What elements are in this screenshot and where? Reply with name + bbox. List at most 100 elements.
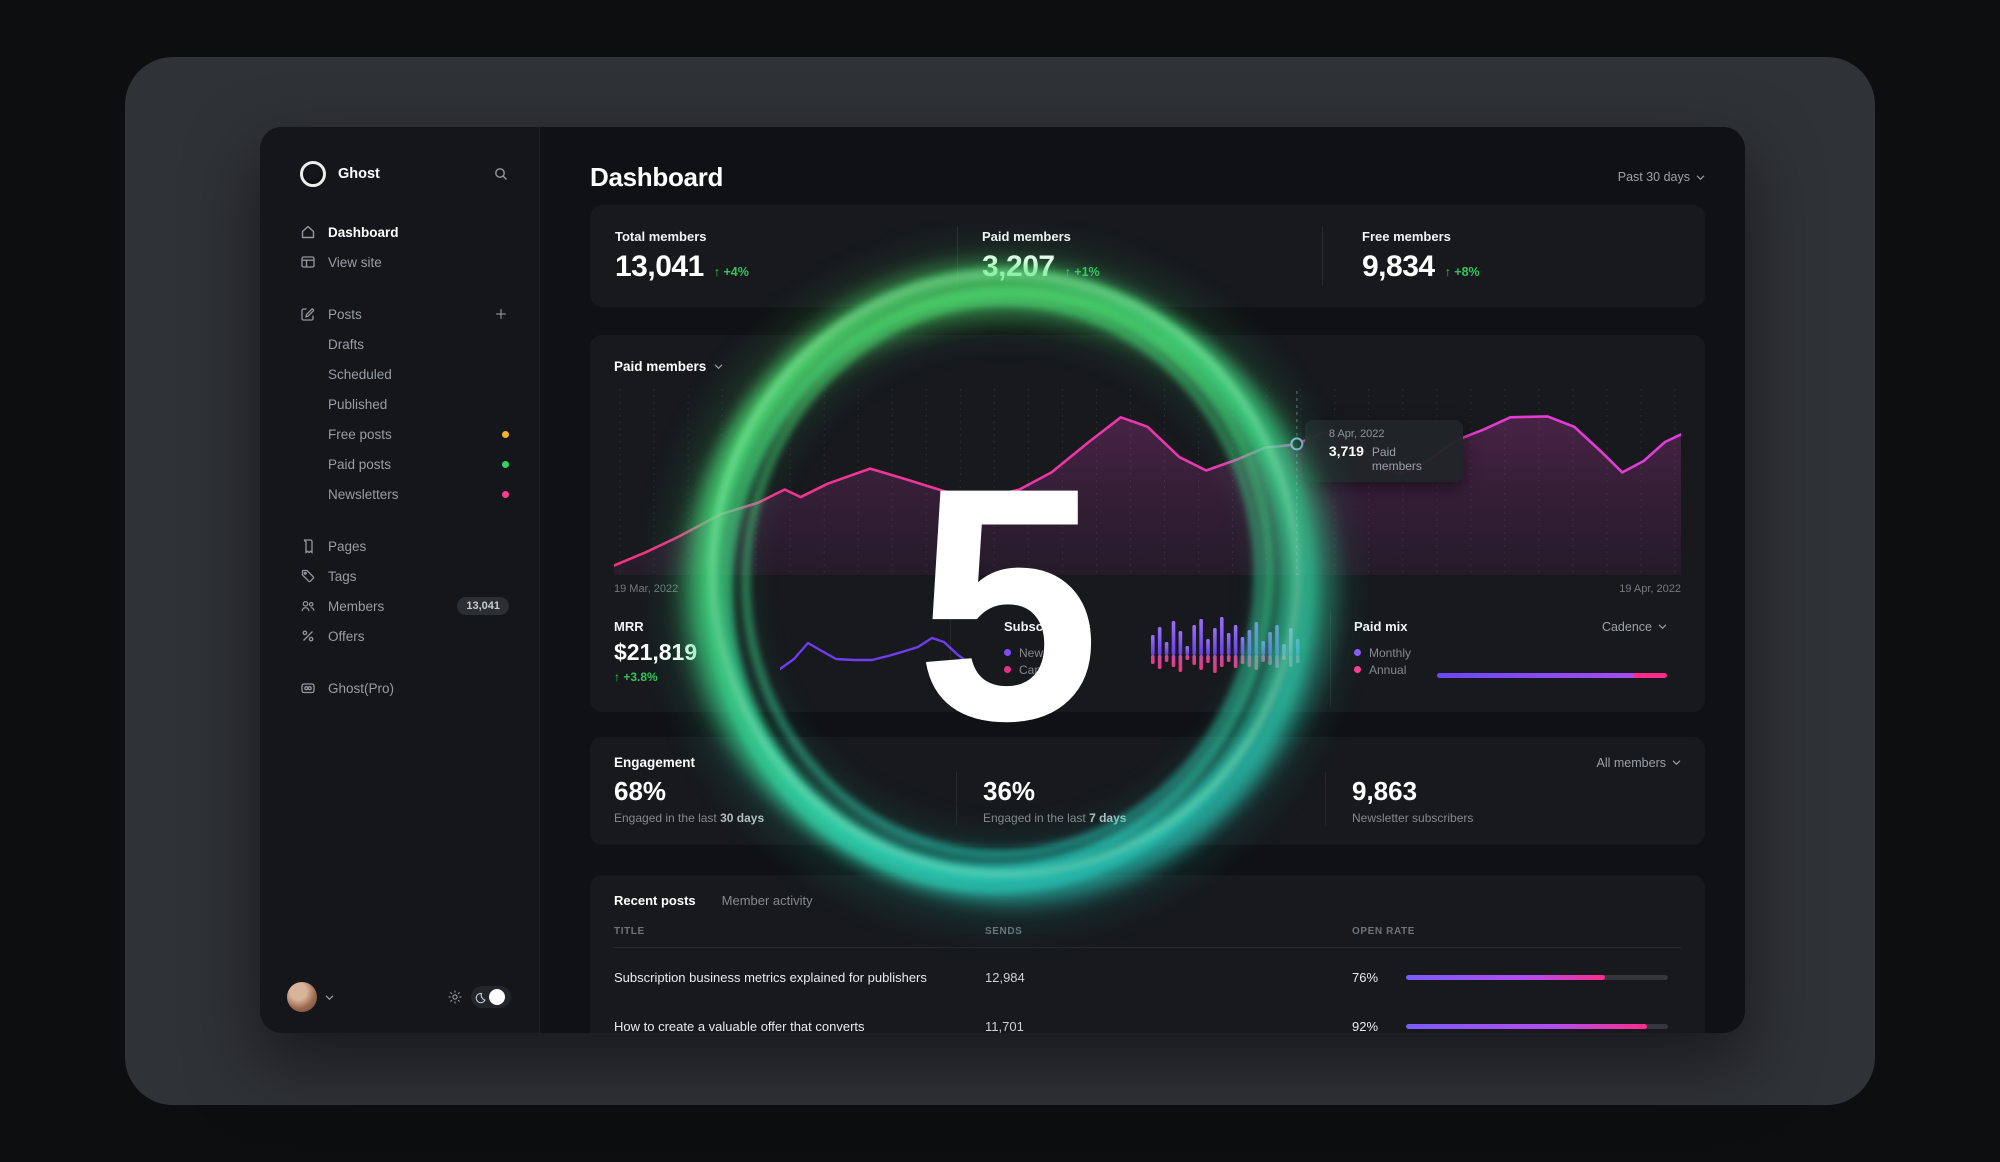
subscriptions-panel: Subscriptions New Canceled [950,611,1330,707]
page-title: Dashboard [590,162,723,193]
percent-icon [300,628,316,644]
chart-title: Paid members [614,359,706,374]
stat-delta: ↑ +4% [714,265,749,279]
engagement-card: Engagement All members 68% Engaged in th… [590,737,1705,845]
tooltip-value: 3,719 [1329,443,1364,459]
user-avatar[interactable] [287,982,317,1012]
sidebar-item-tags[interactable]: Tags [300,561,509,591]
members-icon [300,598,316,614]
stat-value: 3,207 [982,250,1055,284]
sidebar-item-drafts[interactable]: Drafts [300,329,509,359]
sidebar-item-label: Paid posts [328,457,391,472]
sidebar-item-offers[interactable]: Offers [300,621,509,651]
engagement-value: 36% [983,776,1325,807]
sidebar-item-label: Published [328,397,387,412]
members-stats-card: Total members 13,041 ↑ +4% Paid members … [590,205,1705,307]
chevron-down-icon [325,994,334,1001]
post-sends: 11,701 [985,1019,1352,1034]
sidebar-item-dashboard[interactable]: Dashboard [300,217,509,247]
cadence-label: Cadence [1602,620,1652,634]
sidebar-item-label: Tags [328,569,357,584]
audience-dropdown[interactable]: All members [1597,756,1681,770]
sidebar-item-free-posts[interactable]: Free posts [300,419,509,449]
column-header-sends: SENDS [985,926,1352,937]
gear-icon[interactable] [447,988,463,1006]
sidebar-item-label: Drafts [328,337,364,352]
stat-delta: ↑ +8% [1445,265,1480,279]
stat-free-members: Free members 9,834 ↑ +8% [1337,229,1480,284]
column-header-title: TITLE [614,926,985,937]
post-title: How to create a valuable offer that conv… [614,1019,985,1034]
sidebar-item-ghost-pro[interactable]: Ghost(Pro) [300,673,509,703]
sidebar-item-label: Dashboard [328,225,399,240]
open-rate-value: 92% [1352,1019,1392,1034]
engagement-sub: Newsletter subscribers [1352,811,1681,825]
sidebar-item-label: Free posts [328,427,392,442]
sidebar-item-scheduled[interactable]: Scheduled [300,359,509,389]
sidebar-item-published[interactable]: Published [300,389,509,419]
stat-label: Paid members [982,229,1337,244]
sidebar-item-label: Pages [328,539,366,554]
paid-mix-monthly-segment [1437,673,1633,678]
open-rate-value: 76% [1352,970,1392,985]
sidebar-item-members[interactable]: Members 13,041 [300,591,509,621]
engagement-30d: 68% Engaged in the last 30 days [614,772,956,825]
monthly-legend-dot [1354,649,1361,656]
sidebar-item-label: View site [328,255,382,270]
sidebar-item-view-site[interactable]: View site [300,247,509,277]
stat-total-members: Total members 13,041 ↑ +4% [590,229,957,284]
paid-members-chart[interactable]: 8 Apr, 2022 3,719 Paid members [614,385,1681,575]
app-window: Ghost Dashboard View site Posts Drafts S… [260,127,1745,1033]
paid-mix-annual-segment [1633,673,1668,678]
monthly-legend-label: Monthly [1369,646,1411,660]
sidebar-item-pages[interactable]: Pages [300,531,509,561]
canceled-legend-label: Canceled [1019,663,1070,677]
engagement-title: Engagement [614,755,695,770]
sidebar-item-label: Offers [328,629,365,644]
engagement-value: 9,863 [1352,776,1681,807]
sidebar-item-label: Members [328,599,384,614]
open-rate-bar [1406,975,1668,980]
paid-mix-label: Paid mix [1354,619,1407,634]
paid-members-chart-card: Paid members [590,335,1705,712]
chart-tooltip: 8 Apr, 2022 3,719 Paid members [1305,420,1463,482]
table-row[interactable]: Subscription business metrics explained … [614,957,1681,997]
date-range-dropdown[interactable]: Past 30 days [1618,170,1705,184]
post-sends: 12,984 [985,970,1352,985]
edit-icon [300,306,316,322]
chevron-down-icon [1696,174,1705,181]
post-title: Subscription business metrics explained … [614,970,985,985]
tooltip-date: 8 Apr, 2022 [1329,428,1449,440]
stat-label: Total members [615,229,957,244]
axis-start-date: 19 Mar, 2022 [614,583,678,595]
chevron-down-icon [1672,759,1681,766]
brand-name: Ghost [338,166,481,182]
new-legend-dot [1004,649,1011,656]
dark-mode-toggle[interactable] [471,986,511,1008]
date-range-label: Past 30 days [1618,170,1690,184]
newsletter-subscribers: 9,863 Newsletter subscribers [1325,772,1681,825]
sidebar-item-newsletters[interactable]: Newsletters [300,479,509,509]
canceled-legend-dot [1004,666,1011,673]
card-icon [300,680,316,696]
sidebar-item-posts[interactable]: Posts [300,299,509,329]
add-post-icon[interactable] [493,307,509,321]
sidebar-item-label: Posts [328,307,362,322]
engagement-sub: Engaged in the last 7 days [983,811,1325,825]
main-content: Dashboard Past 30 days Total members 13,… [540,127,1745,1033]
tab-member-activity[interactable]: Member activity [722,893,813,908]
search-icon[interactable] [493,166,509,182]
sidebar-item-label: Ghost(Pro) [328,681,394,696]
stat-label: Free members [1362,229,1480,244]
annual-legend-dot [1354,666,1361,673]
recent-posts-card: Recent posts Member activity TITLE SENDS… [590,875,1705,1033]
sidebar-item-paid-posts[interactable]: Paid posts [300,449,509,479]
sidebar: Ghost Dashboard View site Posts Drafts S… [260,127,540,1033]
chevron-down-icon[interactable] [714,363,723,370]
tag-icon [300,568,316,584]
cadence-dropdown[interactable]: Cadence [1602,620,1667,634]
table-row[interactable]: How to create a valuable offer that conv… [614,1006,1681,1033]
engagement-7d: 36% Engaged in the last 7 days [956,772,1325,825]
tab-recent-posts[interactable]: Recent posts [614,893,696,908]
axis-end-date: 19 Apr, 2022 [1619,583,1681,595]
